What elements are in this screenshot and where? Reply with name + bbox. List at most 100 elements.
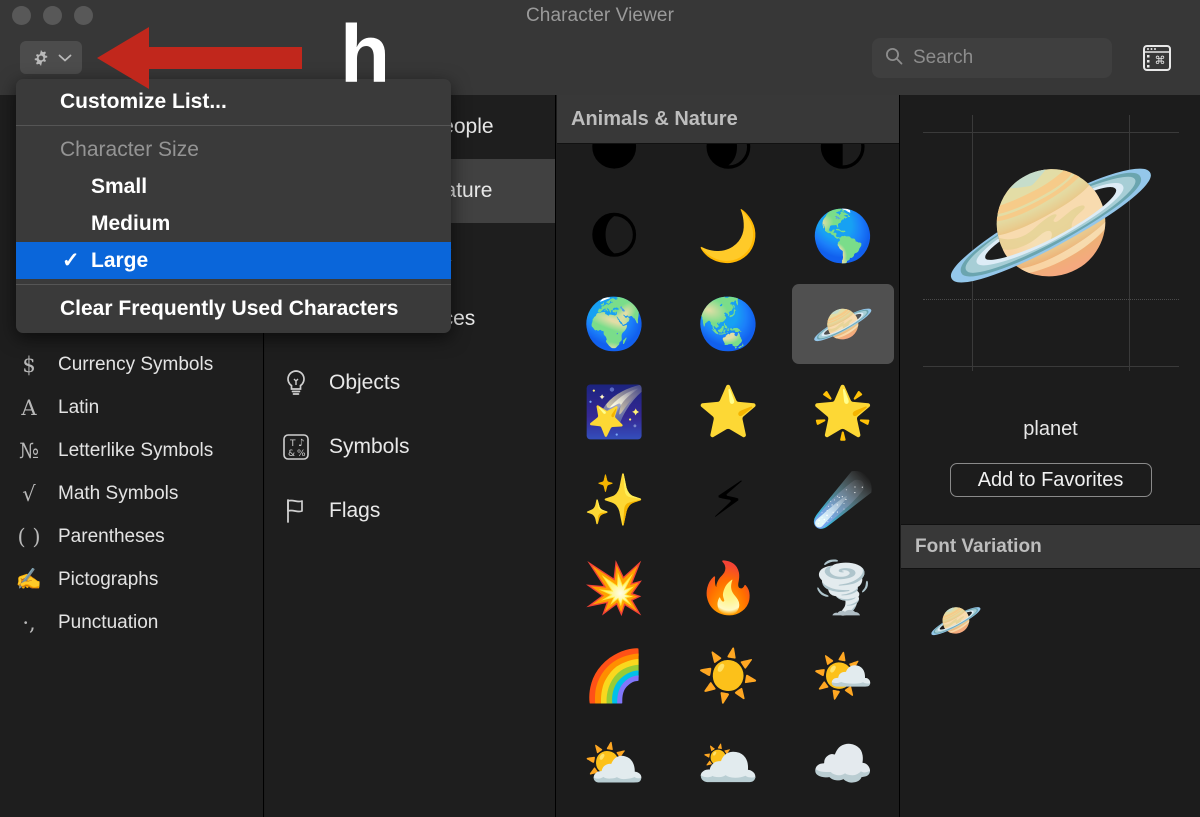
emoji-cell[interactable]: ⭐ [671,368,785,456]
add-to-favorites-button[interactable]: Add to Favorites [949,463,1152,497]
emoji-glyph: 🌈 [583,647,646,705]
menu-separator [16,125,451,126]
emoji-glyph: 💥 [583,559,646,617]
sidebar-item-punctuation[interactable]: ·, Punctuation [0,601,263,644]
search-icon [884,46,904,71]
sidebar-item-currency-symbols[interactable]: $ Currency Symbols [0,343,263,386]
sidebar-item-letterlike-symbols[interactable]: № Letterlike Symbols [0,429,263,472]
emoji-glyph: 🌤️ [811,647,874,705]
emoji-glyph: 🌙 [697,207,760,265]
category-label: Symbols [329,435,410,458]
character-preview: 🪐 [901,95,1200,422]
chevron-down-icon [58,53,72,63]
emoji-cell[interactable]: 🌪️ [786,544,899,632]
emoji-glyph: 🌏 [697,295,760,353]
emoji-glyph: 🔥 [697,559,760,617]
emoji-cell[interactable]: ⛅ [557,720,671,808]
emoji-cell[interactable]: 💥 [557,544,671,632]
emoji-glyph: 🌠 [583,383,646,441]
sidebar-item-label: Parentheses [58,525,165,547]
flag-icon [279,494,313,528]
menu-separator [16,284,451,285]
emoji-cell[interactable]: 🌨️ [786,808,899,817]
emoji-cell[interactable]: 🌠 [557,368,671,456]
emoji-cell[interactable]: 🌟 [786,368,899,456]
sidebar-item-latin[interactable]: A Latin [0,386,263,429]
sidebar-item-pictographs[interactable]: ✍ Pictographs [0,558,263,601]
emoji-cell[interactable]: 🌈 [557,632,671,720]
emoji-cell[interactable]: 🌍 [557,280,671,368]
checkmark-icon: ✓ [62,249,80,272]
category-item-objects[interactable]: Objects [265,351,555,415]
sidebar-item-parentheses[interactable]: ( ) Parentheses [0,515,263,558]
emoji-glyph: 🌪️ [811,559,874,617]
menu-item-size-medium[interactable]: Medium [16,205,451,242]
menu-item-size-large[interactable]: ✓ Large [16,242,451,279]
emoji-glyph: ⚡ [710,471,746,529]
search-placeholder: Search [913,47,974,68]
emoji-cell[interactable]: 🌎 [786,192,899,280]
menu-item-size-small[interactable]: Small [16,168,451,205]
category-label: Objects [329,371,401,394]
emoji-cell[interactable]: 🌏 [671,280,785,368]
emoji-cell[interactable]: 🌥️ [671,720,785,808]
emoji-cell[interactable]: 🔥 [671,544,785,632]
keyboard-viewer-icon[interactable]: ⌘ [1142,44,1172,72]
sidebar-item-label: Punctuation [58,611,159,633]
emoji-cell[interactable]: 🌤️ [786,632,899,720]
emoji-cell[interactable]: 🌔 [557,192,671,280]
emoji-cell[interactable]: ☄️ [786,456,899,544]
preview-character: 🪐 [941,121,1160,324]
category-item-symbols[interactable]: T ♪ &% Symbols [265,415,555,479]
character-detail-panel: 🪐 planet Add to Favorites Font Variation… [901,95,1200,817]
emoji-cell[interactable]: 🪐 [786,280,899,368]
svg-text:T: T [289,439,296,449]
gear-icon [30,47,52,69]
emoji-cell[interactable]: 🌦️ [557,808,671,817]
page-title: Character Viewer [525,5,675,26]
annotation-arrow-icon [97,27,302,89]
search-input[interactable]: Search [872,38,1112,78]
font-variation-label: Font Variation [915,535,1042,557]
emoji-cell[interactable]: ☀️ [671,632,785,720]
emoji-grid-scroll[interactable]: 🌑🌒🌓🌔🌙🌎🌍🌏🪐🌠⭐🌟✨⚡☄️💥🔥🌪️🌈☀️🌤️⛅🌥️☁️🌦️🌧️🌨️ [557,123,899,817]
sidebar-item-math-symbols[interactable]: √ Math Symbols [0,472,263,515]
symbols-icon: T ♪ &% [279,430,313,464]
emoji-glyph: 🌍 [583,295,646,353]
emoji-cell[interactable]: 🌙 [671,192,785,280]
annotation-key-overlay: h [340,9,391,100]
sidebar-item-label: Letterlike Symbols [58,439,214,461]
menu-item-clear-frequently-used[interactable]: Clear Frequently Used Characters [16,290,451,327]
font-variation-item[interactable]: 🪐 [929,599,983,643]
category-label: Flags [329,499,381,522]
category-item-flags[interactable]: Flags [265,479,555,543]
currency-symbols-icon: $ [22,352,36,377]
emoji-glyph: 🌔 [588,207,641,265]
menu-item-label: Large [91,248,149,272]
font-variation-header: Font Variation [901,524,1200,569]
menu-item-label: Medium [91,211,171,235]
svg-text:&: & [288,449,295,459]
emoji-glyph: ⭐ [697,383,760,441]
emoji-cell[interactable]: ✨ [557,456,671,544]
emoji-glyph: 🌧️ [677,812,779,817]
font-variation-list: 🪐 [901,581,1200,661]
emoji-glyph: 🌎 [811,207,874,265]
emoji-glyph: 🌟 [811,383,874,441]
emoji-cell[interactable]: ☁️ [786,720,899,808]
sidebar-item-label: Math Symbols [58,482,179,504]
punctuation-icon: ·, [22,610,36,635]
sidebar-item-label: Pictographs [58,568,159,590]
emoji-grid-column: Animals & Nature 🌑 🌒 🌓 🌔 🌙 🌎 🌍 🌏 🪐 🌠 ⭐ 🌟 ✨ ⚡ ☄️ 💥 🔥 🌪️ 🌈 ☀️… [557,95,900,817]
emoji-glyph: ✨ [583,471,646,529]
sidebar-item-label: Latin [58,396,100,418]
emoji-cell[interactable]: 🌧️ [671,808,785,817]
parentheses-icon: ( ) [17,524,41,549]
menu-item-label: Small [91,174,148,198]
gear-menu-button[interactable] [20,41,82,74]
emoji-cell[interactable]: ⚡ [671,456,785,544]
emoji-grid-header-label: Animals & Nature [571,107,738,130]
pictographs-icon: ✍ [15,567,43,591]
sidebar-item-label: Currency Symbols [58,353,214,375]
emoji-grid-header: Animals & Nature [557,95,899,144]
